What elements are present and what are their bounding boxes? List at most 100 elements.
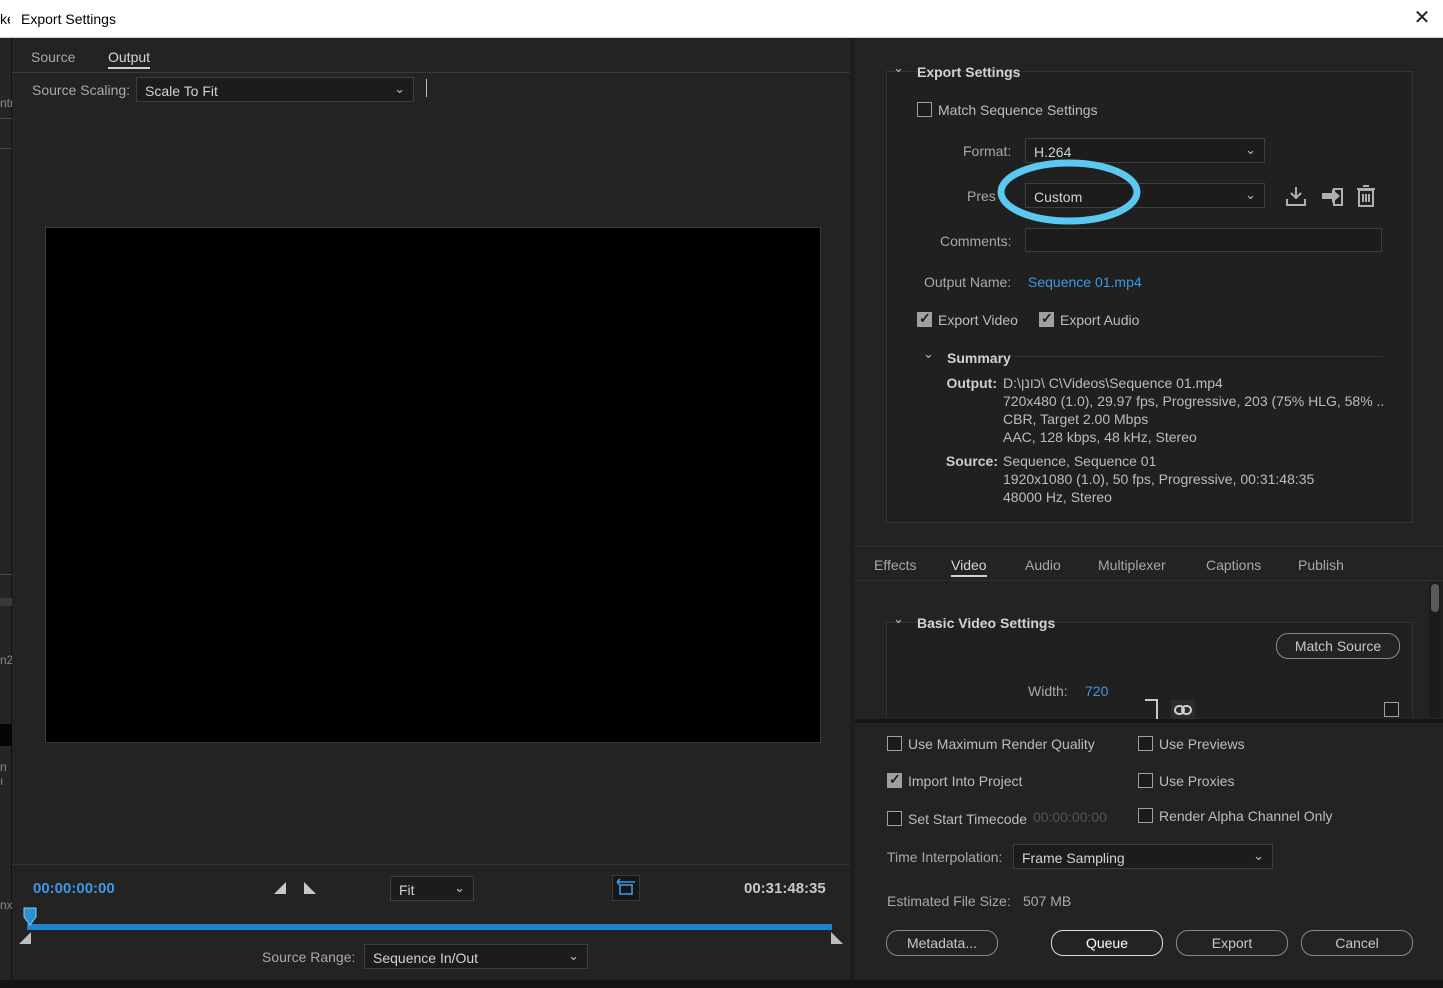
preset-label: Pres xyxy=(967,188,996,204)
width-value[interactable]: 720 xyxy=(1085,683,1108,699)
collapse-chevron-icon[interactable]: ⌄ xyxy=(893,611,904,627)
dialog-title: Export Settings xyxy=(21,11,116,27)
background-text-fragment: n ı xyxy=(0,760,7,788)
chevron-down-icon: ⌄ xyxy=(1253,848,1264,863)
tab-publish[interactable]: Publish xyxy=(1298,557,1344,573)
save-preset-icon[interactable] xyxy=(1285,185,1307,207)
close-icon[interactable]: ✕ xyxy=(1411,6,1433,30)
import-preset-icon[interactable] xyxy=(1320,185,1344,207)
collapse-chevron-icon[interactable]: ⌄ xyxy=(893,60,904,76)
export-audio-checkbox[interactable] xyxy=(1039,310,1054,327)
export-settings-heading: Export Settings xyxy=(917,64,1021,80)
source-range-dropdown[interactable]: Sequence In/Out ⌄ xyxy=(364,944,588,969)
zoom-dropdown[interactable]: Fit ⌄ xyxy=(390,876,474,901)
divider xyxy=(1015,356,1383,357)
background-block xyxy=(0,724,12,746)
source-scaling-dropdown[interactable]: Scale To Fit ⌄ xyxy=(136,77,414,102)
aspect-toggle-icon xyxy=(616,878,635,895)
zoom-value: Fit xyxy=(399,882,415,898)
match-sequence-label: Match Sequence Settings xyxy=(938,102,1098,118)
tab-multiplexer[interactable]: Multiplexer xyxy=(1098,557,1166,573)
set-start-timecode-label: Set Start Timecode xyxy=(908,811,1028,827)
time-interpolation-label: Time Interpolation: xyxy=(887,849,1003,865)
divider xyxy=(0,598,12,606)
comments-label: Comments: xyxy=(940,233,1012,249)
output-name-link[interactable]: Sequence 01.mp4 xyxy=(1028,274,1142,290)
time-interpolation-dropdown[interactable]: Frame Sampling ⌄ xyxy=(1013,844,1273,869)
tab-effects[interactable]: Effects xyxy=(874,557,917,573)
use-proxies-checkbox[interactable] xyxy=(1138,773,1153,788)
basic-video-settings-heading: Basic Video Settings xyxy=(917,615,1056,631)
use-previews-label: Use Previews xyxy=(1159,736,1245,752)
divider xyxy=(855,546,1443,547)
metadata-button[interactable]: Metadata... xyxy=(886,930,998,956)
use-max-render-label: Use Maximum Render Quality xyxy=(908,736,1095,752)
estimated-size-label: Estimated File Size: xyxy=(887,893,1011,909)
use-previews-checkbox[interactable] xyxy=(1138,736,1153,751)
tab-audio[interactable]: Audio xyxy=(1025,557,1061,573)
import-into-project-checkbox[interactable] xyxy=(887,771,902,788)
summary-source-line: 48000 Hz, Stereo xyxy=(1003,489,1112,505)
collapse-chevron-icon[interactable]: ⌄ xyxy=(923,346,934,362)
mark-in-icon[interactable] xyxy=(273,881,287,895)
estimated-size-value: 507 MB xyxy=(1023,893,1072,909)
divider xyxy=(0,118,12,119)
import-into-project-label: Import Into Project xyxy=(908,773,1023,789)
comments-input[interactable] xyxy=(1025,228,1382,252)
summary-output-details: D:\כונן\ C\Videos\Sequence 01.mp4 720x48… xyxy=(1003,374,1383,446)
use-max-render-checkbox[interactable] xyxy=(887,736,902,751)
export-video-label: Export Video xyxy=(938,312,1018,328)
export-video-checkbox[interactable] xyxy=(917,310,932,327)
range-start-handle-icon[interactable] xyxy=(18,931,32,945)
mark-out-icon[interactable] xyxy=(303,881,317,895)
chevron-down-icon: ⌄ xyxy=(454,880,465,895)
divider xyxy=(12,864,850,865)
tab-source[interactable]: Source xyxy=(31,49,75,65)
match-source-button[interactable]: Match Source xyxy=(1276,633,1400,659)
divider xyxy=(0,574,12,575)
timecode-in[interactable]: 00:00:00:00 xyxy=(33,880,115,897)
summary-output-line: 720x480 (1.0), 29.97 fps, Progressive, 2… xyxy=(1003,393,1383,409)
scrollbar-thumb[interactable] xyxy=(1431,584,1439,612)
tab-video[interactable]: Video xyxy=(951,557,987,577)
summary-source-details: Sequence, Sequence 01 1920x1080 (1.0), 5… xyxy=(1003,452,1383,506)
start-timecode-field[interactable]: 00:00:00:00 xyxy=(1033,809,1107,825)
match-sequence-checkbox[interactable] xyxy=(917,102,932,117)
cancel-button[interactable]: Cancel xyxy=(1301,930,1413,956)
link-dimensions-button[interactable] xyxy=(1171,700,1195,720)
width-override-checkbox[interactable] xyxy=(1384,702,1399,717)
summary-output-line: AAC, 128 kbps, 48 kHz, Stereo xyxy=(1003,429,1197,445)
source-range-value: Sequence In/Out xyxy=(373,950,479,966)
link-bracket xyxy=(1145,699,1158,719)
timeline-range-bar[interactable] xyxy=(27,924,832,930)
summary-heading: Summary xyxy=(947,350,1011,366)
settings-pane: ⌄ Export Settings Match Sequence Setting… xyxy=(855,38,1443,980)
render-alpha-checkbox[interactable] xyxy=(1138,808,1153,823)
background-window-fragment: ke xyxy=(0,11,10,27)
tab-output[interactable]: Output xyxy=(108,49,151,69)
divider xyxy=(855,580,1443,581)
use-proxies-label: Use Proxies xyxy=(1159,773,1235,789)
dialog-bottom-edge xyxy=(0,980,1443,988)
render-alpha-label: Render Alpha Channel Only xyxy=(1159,808,1333,824)
summary-source-line: Sequence, Sequence 01 xyxy=(1003,453,1157,469)
output-name-label: Output Name: xyxy=(924,274,1012,290)
aspect-correction-button[interactable] xyxy=(612,875,640,901)
queue-button[interactable]: Queue xyxy=(1051,930,1163,956)
chevron-down-icon: ⌄ xyxy=(568,948,579,963)
source-scaling-value: Scale To Fit xyxy=(145,83,218,99)
source-range-label: Source Range: xyxy=(262,949,356,965)
video-preview xyxy=(45,227,821,743)
chevron-down-icon: ⌄ xyxy=(1245,187,1256,202)
trash-icon[interactable] xyxy=(1355,184,1377,208)
playhead-icon[interactable] xyxy=(23,907,37,927)
range-end-handle-icon[interactable] xyxy=(830,931,844,945)
export-audio-label: Export Audio xyxy=(1060,312,1140,328)
source-scaling-label: Source Scaling: xyxy=(32,82,131,98)
summary-source-key: Source: xyxy=(945,453,998,469)
summary-source-line: 1920x1080 (1.0), 50 fps, Progressive, 00… xyxy=(1003,471,1315,487)
export-button[interactable]: Export xyxy=(1176,930,1288,956)
preview-pane: Source Output Source Scaling: Scale To F… xyxy=(12,38,850,980)
set-start-timecode-checkbox[interactable] xyxy=(887,811,902,826)
tab-captions[interactable]: Captions xyxy=(1206,557,1261,573)
